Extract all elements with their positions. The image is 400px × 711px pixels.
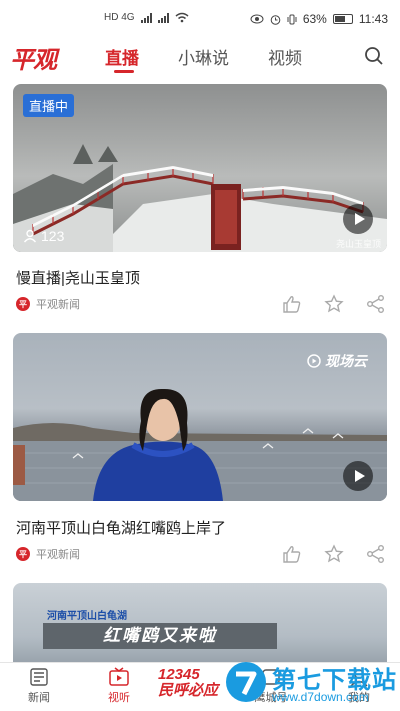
- battery-percent: 63%: [302, 12, 327, 26]
- battery-icon: [332, 14, 353, 24]
- card-source: 平 平观新闻: [16, 546, 80, 562]
- cloud-play-icon: [307, 354, 321, 368]
- live-thumbnail[interactable]: 直播中 123 尧山玉皇顶: [13, 84, 387, 252]
- network-indicators: HD 4G: [104, 12, 189, 23]
- system-indicators: 63% 11:43: [250, 12, 388, 26]
- signal-icon-2: [157, 12, 169, 23]
- tab-video[interactable]: 视频: [268, 44, 302, 69]
- top-nav: 平观 直播 小琳说 视频: [0, 38, 400, 78]
- tab-live[interactable]: 直播: [105, 44, 139, 69]
- video-feed[interactable]: 直播中 123 尧山玉皇顶 慢直播|尧山玉皇顶 平 平观新闻 现场云 河南平顶山…: [0, 78, 400, 662]
- app-screen: HD 4G 63% 11:43 平观 直播 小琳说 视频 直播中 123 尧山玉…: [0, 0, 400, 711]
- video-thumbnail[interactable]: 河南平顶山白龟湖 红嘴鸥又来啦: [13, 583, 387, 662]
- tv-play-icon: [109, 667, 129, 686]
- card-source: 平 平观新闻: [16, 296, 80, 312]
- brand-logo[interactable]: 平观: [10, 40, 57, 75]
- wifi-icon: [175, 12, 189, 23]
- star-icon[interactable]: [324, 544, 344, 564]
- live-badge: 直播中: [23, 94, 75, 117]
- card-actions: [282, 544, 386, 564]
- share-icon[interactable]: [366, 294, 386, 314]
- clock: 11:43: [358, 12, 388, 26]
- signal-icon: [140, 12, 152, 23]
- play-icon[interactable]: [343, 461, 373, 491]
- nav-audiovisual[interactable]: 视听: [94, 667, 144, 705]
- xianchangyun-label: 现场云: [325, 353, 367, 369]
- tab-xiaolin-says[interactable]: 小琳说: [178, 44, 229, 69]
- nav-audiovisual-label: 视听: [108, 691, 130, 704]
- source-logo-icon: 平: [16, 297, 30, 311]
- location-tag: 尧山玉皇顶: [335, 239, 381, 249]
- viewer-count: 123: [23, 228, 64, 244]
- nav-news-label: 新闻: [28, 691, 50, 704]
- watermark-url: www.d7down.com: [272, 690, 369, 704]
- alarm-icon: [270, 14, 281, 25]
- location-tag: 河南平顶山白龟湖: [47, 611, 127, 622]
- card-actions: [282, 294, 386, 314]
- nav-news[interactable]: 新闻: [14, 667, 64, 705]
- card-title[interactable]: 慢直播|尧山玉皇顶: [16, 267, 140, 288]
- share-icon[interactable]: [366, 544, 386, 564]
- card-title[interactable]: 河南平顶山白龟湖红嘴鸥上岸了: [16, 517, 226, 538]
- play-icon[interactable]: [343, 204, 373, 234]
- newspaper-icon: [30, 668, 48, 686]
- viewer-count-value: 123: [41, 228, 65, 244]
- download-site-logo-icon: [226, 662, 266, 702]
- thumbs-up-icon[interactable]: [282, 544, 302, 564]
- video-thumbnail[interactable]: 现场云: [13, 333, 387, 501]
- feed-card[interactable]: 现场云 河南平顶山白龟湖红嘴鸥上岸了 平 平观新闻: [0, 328, 400, 578]
- source-name: 平观新闻: [36, 548, 80, 561]
- eye-icon: [250, 14, 264, 24]
- caption-banner: 红嘴鸥又来啦: [43, 623, 277, 649]
- star-icon[interactable]: [324, 294, 344, 314]
- active-tab-indicator: [114, 70, 134, 73]
- source-name: 平观新闻: [36, 298, 80, 311]
- site-watermark: 第七下载站 www.d7down.com: [222, 656, 398, 708]
- feed-card[interactable]: 直播中 123 尧山玉皇顶 慢直播|尧山玉皇顶 平 平观新闻: [0, 78, 400, 328]
- vibrate-icon: [287, 14, 297, 24]
- person-icon: [23, 229, 37, 243]
- xianchangyun-watermark: 现场云: [307, 351, 367, 371]
- search-icon[interactable]: [364, 46, 384, 66]
- thumbs-up-icon[interactable]: [282, 294, 302, 314]
- network-label: HD 4G: [104, 12, 135, 23]
- feed-card[interactable]: 河南平顶山白龟湖 红嘴鸥又来啦: [0, 578, 400, 662]
- status-bar: HD 4G 63% 11:43: [0, 0, 400, 38]
- source-logo-icon: 平: [16, 547, 30, 561]
